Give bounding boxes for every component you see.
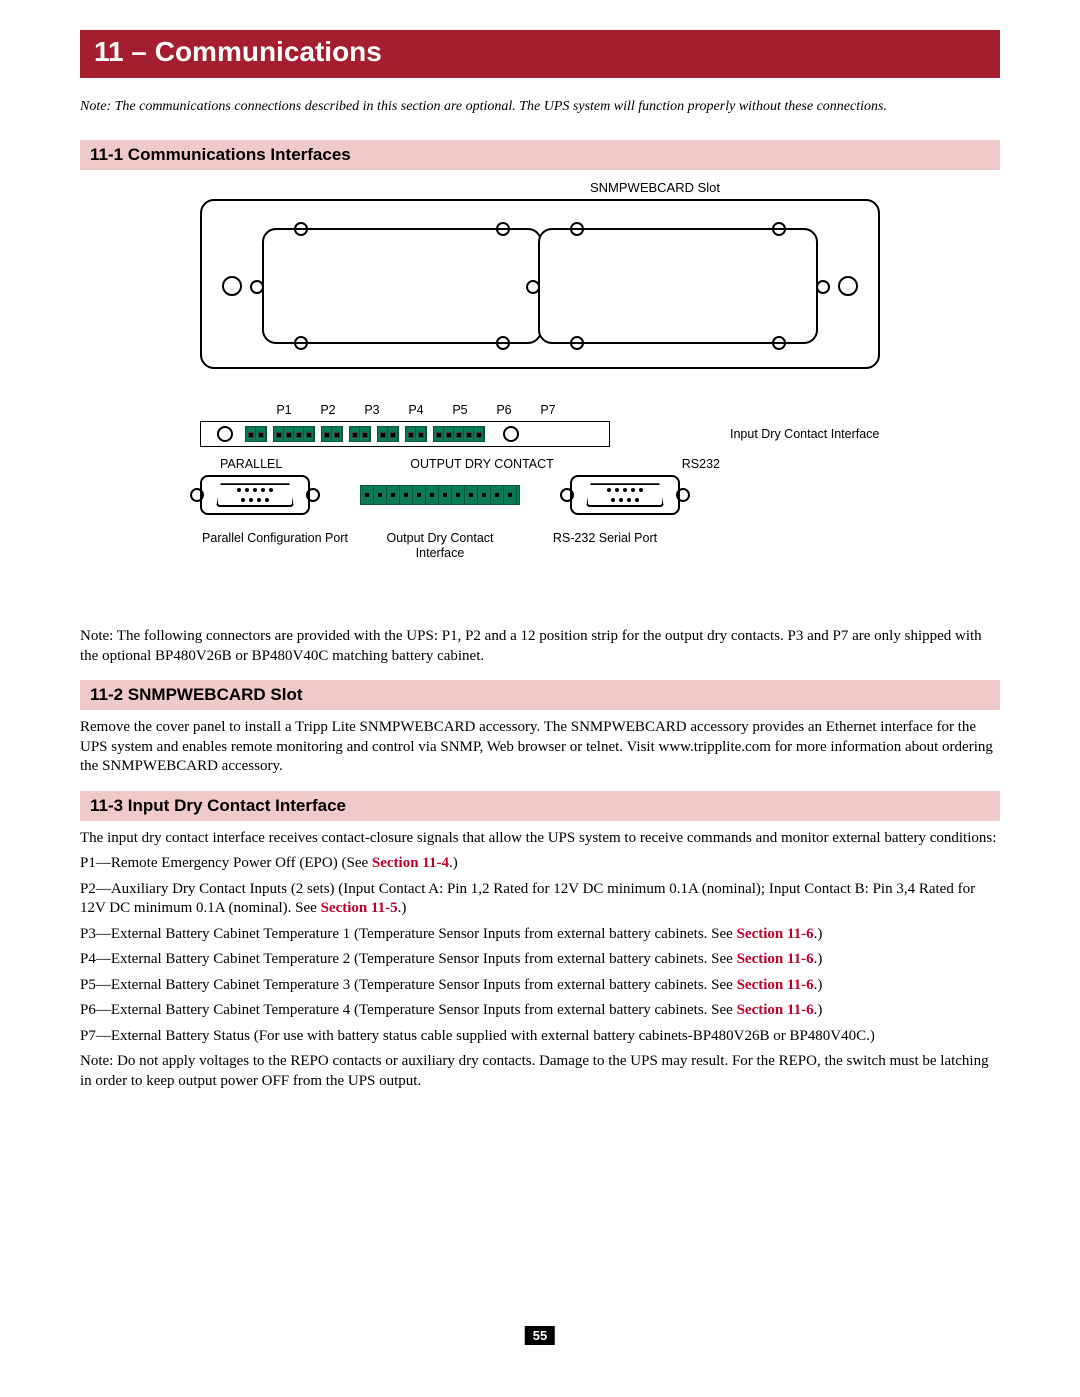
- p5-label: P5: [444, 403, 476, 417]
- screw-icon: [294, 336, 308, 350]
- section-11-1-heading: 11-1 Communications Interfaces: [80, 140, 1000, 170]
- top-note: Note: The communications connections des…: [80, 98, 1000, 116]
- p3-item: P3—External Battery Cabinet Temperature …: [80, 925, 1000, 945]
- output-dry-caption: Output Dry Contact Interface: [365, 531, 515, 561]
- p4-item: P4—External Battery Cabinet Temperature …: [80, 950, 1000, 970]
- connector-diagram: P1 P2 P3 P4 P5 P6 P7 Input Dry Contact I…: [200, 403, 880, 593]
- screw-icon: [570, 222, 584, 236]
- section-11-1-note: Note: The following connectors are provi…: [80, 627, 1000, 666]
- screw-icon: [676, 488, 690, 502]
- p2-label: P2: [312, 403, 344, 417]
- screw-icon: [250, 280, 264, 294]
- rs232-label: RS232: [682, 457, 720, 471]
- section-11-2-body: Remove the cover panel to install a Trip…: [80, 718, 1000, 777]
- screw-icon: [503, 426, 519, 442]
- section-11-3-heading: 11-3 Input Dry Contact Interface: [80, 791, 1000, 821]
- p7-label: P7: [532, 403, 564, 417]
- p3-label: P3: [356, 403, 388, 417]
- screw-icon: [217, 426, 233, 442]
- parallel-label: PARALLEL: [220, 457, 282, 471]
- page-number: 55: [525, 1326, 555, 1345]
- screw-icon: [816, 280, 830, 294]
- terminal-p5: [377, 426, 399, 442]
- section-ref: Section 11-4: [372, 855, 449, 871]
- connector-captions: Parallel Configuration Port Output Dry C…: [200, 531, 680, 561]
- screw-icon: [772, 222, 786, 236]
- p4-label: P4: [400, 403, 432, 417]
- snmp-slot-label: SNMPWEBCARD Slot: [430, 180, 880, 195]
- terminal-p7: [433, 426, 485, 442]
- terminal-board: [200, 421, 610, 447]
- panel-screw-icon: [222, 276, 242, 296]
- section-11-3-note: Note: Do not apply voltages to the REPO …: [80, 1052, 1000, 1091]
- chapter-title: 11 – Communications: [94, 36, 382, 67]
- panel-screw-icon: [838, 276, 858, 296]
- section-11-2-heading: 11-2 SNMPWEBCARD Slot: [80, 680, 1000, 710]
- screw-icon: [526, 280, 540, 294]
- p7-item: P7—External Battery Status (For use with…: [80, 1027, 1000, 1047]
- output-dry-contact-label: OUTPUT DRY CONTACT: [410, 457, 554, 471]
- p-labels-row: P1 P2 P3 P4 P5 P6 P7: [268, 403, 628, 417]
- terminal-p1: [245, 426, 267, 442]
- terminal-p4: [349, 426, 371, 442]
- terminal-p6: [405, 426, 427, 442]
- terminal-p2: [273, 426, 315, 442]
- section-11-3-intro: The input dry contact interface receives…: [80, 829, 1000, 849]
- p1-item: P1—Remote Emergency Power Off (EPO) (See…: [80, 854, 1000, 874]
- parallel-port-icon: [200, 475, 310, 515]
- connector-labels-row: PARALLEL OUTPUT DRY CONTACT RS232: [220, 457, 720, 471]
- screw-icon: [560, 488, 574, 502]
- output-dry-contact-block: [360, 485, 520, 505]
- section-ref: Section 11-6: [737, 977, 814, 993]
- card-slot-panel: [200, 199, 880, 369]
- p6-item: P6—External Battery Cabinet Temperature …: [80, 1001, 1000, 1021]
- section-ref: Section 11-6: [737, 926, 814, 942]
- p5-item: P5—External Battery Cabinet Temperature …: [80, 976, 1000, 996]
- p2-item: P2—Auxiliary Dry Contact Inputs (2 sets)…: [80, 880, 1000, 919]
- input-dry-contact-label: Input Dry Contact Interface: [730, 427, 880, 442]
- section-ref: Section 11-6: [737, 951, 814, 967]
- terminal-p3: [321, 426, 343, 442]
- screw-icon: [570, 336, 584, 350]
- section-ref: Section 11-6: [737, 1002, 814, 1018]
- rs232-port-icon: [570, 475, 680, 515]
- screw-icon: [772, 336, 786, 350]
- p6-label: P6: [488, 403, 520, 417]
- screw-icon: [190, 488, 204, 502]
- slot-cover: [262, 228, 542, 344]
- connector-row: [200, 475, 680, 515]
- parallel-caption: Parallel Configuration Port: [200, 531, 350, 561]
- chapter-title-bar: 11 – Communications: [80, 30, 1000, 78]
- section-ref: Section 11-5: [321, 900, 398, 916]
- screw-icon: [496, 222, 510, 236]
- screw-icon: [294, 222, 308, 236]
- rs232-caption: RS-232 Serial Port: [530, 531, 680, 561]
- p1-label: P1: [268, 403, 300, 417]
- snmp-slot-diagram: SNMPWEBCARD Slot: [200, 180, 880, 369]
- screw-icon: [496, 336, 510, 350]
- slot-cover: [538, 228, 818, 344]
- screw-icon: [306, 488, 320, 502]
